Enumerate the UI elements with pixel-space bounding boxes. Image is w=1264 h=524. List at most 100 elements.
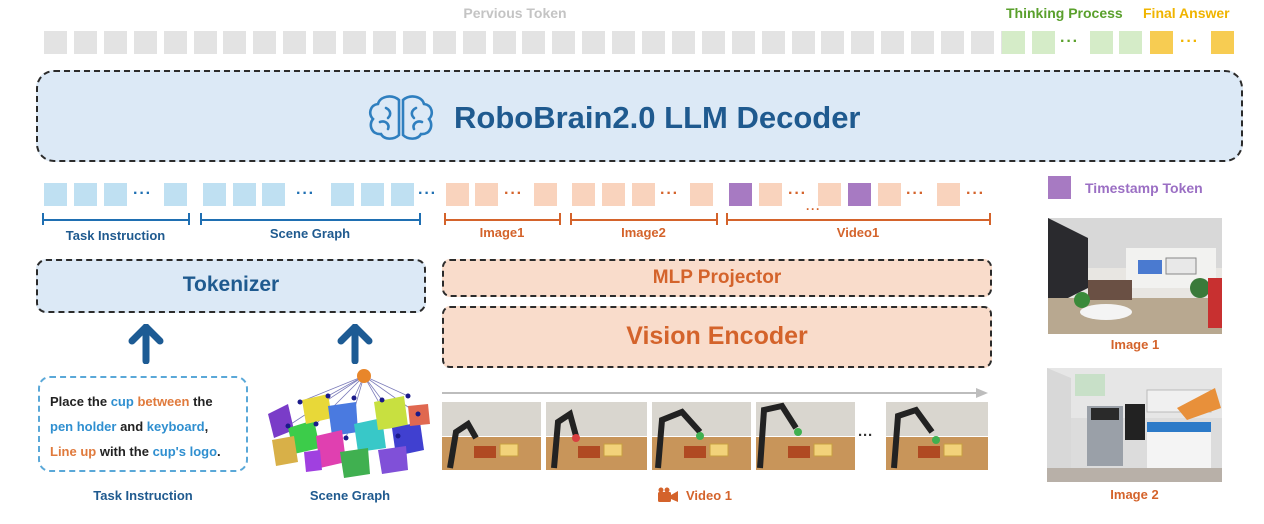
image2-span-label: Image2 [621,225,666,240]
video-frame [652,402,751,470]
vision-token [475,183,498,206]
answer-ellipsis: ··· [1180,33,1199,50]
answer-token [1150,31,1173,54]
image1-span-label: Image1 [479,225,525,240]
previous-token [432,31,456,54]
previous-token [881,31,905,54]
previous-token [44,31,67,54]
thinking-ellipsis: ··· [1060,33,1079,50]
instruction-word: the [189,394,213,409]
vision-ellipsis: ··· [788,185,807,202]
vision-token [818,183,841,206]
span-tick [989,213,991,225]
text-ellipsis: ··· [133,185,152,202]
relation-between: between [133,394,190,409]
vision-token [759,183,782,206]
task-instruction-span-label: Task Instruction [65,228,166,243]
timestamp-legend-swatch [1048,176,1071,199]
video1-span-label: Video1 [836,225,880,240]
previous-token [372,31,396,54]
vision-token [878,183,901,206]
timestamp-legend-label: Timestamp Token [1085,180,1203,196]
up-arrow-icon [337,323,373,365]
previous-token [133,31,157,54]
text-token [262,183,285,206]
previous-token [731,31,755,54]
timestamp-token [729,183,752,206]
image-1-caption: Image 1 [1110,337,1160,352]
previous-token [671,31,695,54]
timestamp-token [848,183,871,206]
video-frame [442,402,541,470]
instruction-word: and [116,419,147,434]
previous-token [970,31,994,54]
scene-graph-span-line [201,219,419,221]
previous-token [283,31,307,54]
previous-token [612,31,636,54]
text-token [44,183,67,206]
previous-token [701,31,725,54]
vision-encoder-label: Vision Encoder [626,322,808,350]
previous-token [851,31,875,54]
previous-token [103,31,127,54]
text-ellipsis: ··· [296,185,315,202]
thinking-token [1032,31,1055,54]
final-answer-label: Final Answer [1143,5,1230,21]
scene-graph-span-label: Scene Graph [269,226,351,241]
vision-token [632,183,655,206]
image1-span-line [445,219,559,221]
instruction-word: with the [96,444,153,459]
video-frame [756,402,855,470]
vision-token [572,183,595,206]
vision-ellipsis: ··· [504,185,523,202]
thinking-token [1090,31,1113,54]
previous-token [73,31,97,54]
up-arrow-icon [128,323,164,365]
previous-token [821,31,845,54]
instruction-word: Place the [50,394,111,409]
vision-ellipsis: ··· [966,185,985,202]
text-ellipsis: ··· [418,185,437,202]
mlp-projector-label: MLP Projector [652,267,782,288]
time-arrow [442,386,990,398]
image2-span-line [571,219,716,221]
previous-token [522,31,546,54]
previous-token [642,31,665,54]
object-pen-holder: pen holder [50,419,117,434]
span-tick [716,213,718,225]
text-token [164,183,187,206]
brain-icon [366,92,436,142]
relation-line-up: Line up [50,444,97,459]
scene-graph-illustration [258,366,438,486]
vision-ellipsis: ··· [660,185,679,202]
image-2-caption: Image 2 [1110,487,1159,502]
thinking-process-label: Thinking Process [1006,5,1123,21]
video-frame [546,402,647,470]
span-tick [559,213,561,225]
instruction-word: , [204,419,209,434]
answer-token [1211,31,1234,54]
previous-token [941,31,964,54]
previous-token [253,31,277,54]
image-1-photo [1048,218,1222,334]
vision-ellipsis: ··· [906,185,925,202]
scene-graph-caption: Scene Graph [309,488,391,503]
span-tick [188,213,190,225]
vision-token [602,183,625,206]
task-instruction-caption: Task Instruction [93,488,193,503]
previous-token [791,31,815,54]
previous-token [911,31,935,54]
previous-token [193,31,217,54]
text-token [104,183,127,206]
previous-token [552,31,576,54]
instruction-text: Place the cup between the pen holder and… [50,389,242,464]
text-token [74,183,97,206]
text-token [233,183,256,206]
text-token [203,183,226,206]
previous-token [761,31,785,54]
vision-token [937,183,960,206]
previous-token [313,31,337,54]
video-frames-ellipsis: ··· [858,427,873,444]
text-token [361,183,384,206]
text-token [331,183,354,206]
